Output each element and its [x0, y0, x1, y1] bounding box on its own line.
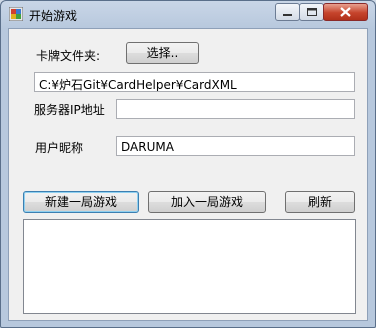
choose-folder-button[interactable]: 选择.. — [126, 42, 199, 64]
nickname-label: 用户昵称 — [35, 141, 84, 155]
card-folder-path-field[interactable]: C:¥炉石Git¥CardHelper¥CardXML — [34, 72, 355, 92]
server-ip-field[interactable] — [116, 99, 355, 119]
title-bar[interactable]: 开始游戏 — [1, 1, 375, 27]
refresh-button[interactable]: 刷新 — [285, 191, 355, 213]
close-icon — [340, 7, 351, 17]
minimize-icon — [283, 14, 292, 16]
minimize-button[interactable] — [275, 3, 300, 21]
maximize-button[interactable] — [299, 3, 324, 21]
app-window: 开始游戏 卡牌文件夹: 选择.. C:¥炉石Git¥CardHelper¥Car… — [0, 0, 376, 328]
window-title: 开始游戏 — [29, 9, 78, 23]
game-list[interactable] — [23, 219, 356, 314]
new-game-button[interactable]: 新建一局游戏 — [23, 191, 139, 213]
form-client-area: 卡牌文件夹: 选择.. C:¥炉石Git¥CardHelper¥CardXML … — [8, 28, 368, 321]
nickname-field[interactable]: DARUMA — [116, 136, 355, 156]
close-button[interactable] — [323, 3, 368, 21]
card-folder-label: 卡牌文件夹: — [36, 49, 101, 63]
join-game-button[interactable]: 加入一局游戏 — [148, 191, 266, 213]
maximize-icon — [307, 8, 317, 16]
server-ip-label: 服务器IP地址 — [34, 103, 105, 117]
app-icon — [9, 7, 23, 21]
